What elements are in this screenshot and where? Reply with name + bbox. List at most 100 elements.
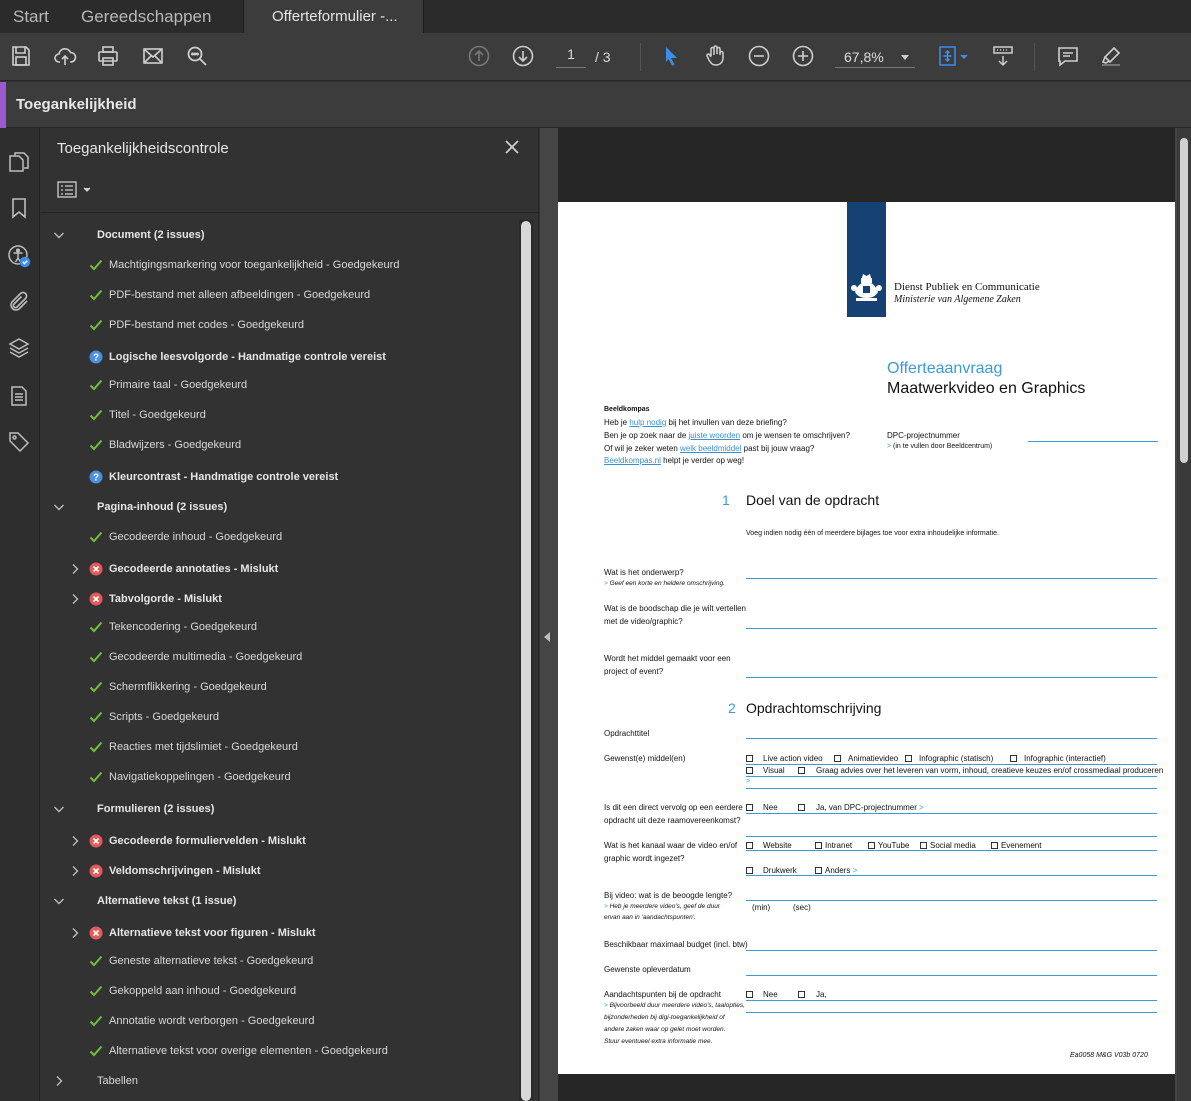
chevron-right-icon[interactable]	[68, 592, 82, 606]
checkbox[interactable]	[920, 842, 927, 849]
tree-item[interactable]: Bladwijzers - Goedgekeurd	[41, 430, 519, 460]
tree-item[interactable]: PDF-bestand met alleen afbeeldingen - Go…	[41, 280, 519, 310]
hand-tool-icon[interactable]	[702, 43, 728, 69]
tab-document[interactable]: Offerteformulier -...	[243, 0, 424, 33]
onderwerp-input[interactable]	[746, 578, 1157, 579]
panel-options-button[interactable]	[57, 180, 95, 200]
tree-item[interactable]: Scripts - Goedgekeurd	[41, 702, 519, 732]
tree-group[interactable]: Formulieren (2 issues)	[41, 794, 519, 824]
tree-item[interactable]: Machtigingsmarkering voor toegankelijkhe…	[41, 250, 519, 280]
link-hulp-nodig[interactable]: hulp nodig	[629, 418, 666, 427]
chevron-down-icon[interactable]	[52, 802, 66, 816]
checkbox[interactable]	[815, 867, 822, 874]
select-cursor-icon[interactable]	[658, 43, 684, 69]
checkbox[interactable]	[798, 804, 805, 811]
panel-scrollbar-thumb[interactable]	[521, 221, 531, 1101]
page-number-input[interactable]: 1	[556, 46, 586, 68]
chevron-down-icon[interactable]	[52, 228, 66, 242]
tree-item[interactable]: Alternatieve tekst voor overige elemente…	[41, 1036, 519, 1066]
tree-item[interactable]: Reacties met tijdslimiet - Goedgekeurd	[41, 732, 519, 762]
chevron-right-icon[interactable]	[68, 562, 82, 576]
scroll-mode-icon[interactable]	[990, 43, 1016, 69]
next-page-icon[interactable]	[510, 43, 536, 69]
zoom-dropdown[interactable]: 67,8%	[835, 46, 915, 68]
highlight-pen-icon[interactable]	[1098, 43, 1124, 69]
tree-item[interactable]: Tekencodering - Goedgekeurd	[41, 612, 519, 642]
tree-item[interactable]: ? Kleurcontrast - Handmatige controle ver…	[41, 462, 519, 492]
fit-page-icon[interactable]	[934, 43, 972, 69]
link-welk-beeldmiddel[interactable]: welk beeldmiddel	[680, 444, 741, 453]
chevron-down-icon[interactable]	[52, 894, 66, 908]
tree-item[interactable]: PDF-bestand met codes - Goedgekeurd	[41, 310, 519, 340]
lengte-input[interactable]	[746, 900, 1157, 901]
tree-item[interactable]: Navigatiekoppelingen - Goedgekeurd	[41, 762, 519, 792]
previous-page-icon[interactable]	[466, 43, 492, 69]
tab-tools[interactable]: Gereedschappen	[81, 0, 211, 33]
print-icon[interactable]	[95, 43, 121, 69]
boodschap-input[interactable]	[746, 628, 1157, 629]
tree-item[interactable]: Gecodeerde annotaties - Mislukt	[41, 554, 519, 584]
tree-item[interactable]: Alternatieve tekst voor figuren - Misluk…	[41, 918, 519, 948]
tree-group[interactable]: Pagina-inhoud (2 issues)	[41, 492, 519, 522]
checkbox[interactable]	[834, 755, 841, 762]
cloud-upload-icon[interactable]	[52, 43, 78, 69]
zoom-in-icon[interactable]	[790, 43, 816, 69]
checkbox[interactable]	[991, 842, 998, 849]
checkbox[interactable]	[746, 867, 753, 874]
accessibility-check-icon[interactable]	[7, 244, 31, 268]
tree-item[interactable]: Veldomschrijvingen - Mislukt	[41, 856, 519, 886]
middel-input[interactable]	[746, 677, 1157, 678]
tree-item[interactable]: Annotatie wordt verborgen - Goedgekeurd	[41, 1006, 519, 1036]
content-icon[interactable]	[7, 384, 31, 408]
tab-start[interactable]: Start	[13, 0, 49, 33]
tree-item[interactable]: Gecodeerde inhoud - Goedgekeurd	[41, 522, 519, 552]
checkbox[interactable]	[798, 991, 805, 998]
page-thumbnails-icon[interactable]	[7, 150, 31, 174]
layers-icon[interactable]	[7, 336, 31, 360]
dpc-input[interactable]	[1028, 441, 1158, 442]
checkbox[interactable]	[746, 804, 753, 811]
budget-input[interactable]	[746, 950, 1157, 951]
tree-item[interactable]: Gecodeerde formuliervelden - Mislukt	[41, 826, 519, 856]
collapse-panel-icon[interactable]	[544, 632, 550, 642]
checkbox[interactable]	[746, 755, 753, 762]
close-icon[interactable]	[503, 138, 521, 156]
checkbox[interactable]	[746, 767, 753, 774]
chevron-right-icon[interactable]	[68, 864, 82, 878]
checkbox[interactable]	[798, 767, 805, 774]
checkbox[interactable]	[746, 991, 753, 998]
tree-group[interactable]: Alternatieve tekst (1 issue)	[41, 886, 519, 916]
chevron-down-icon[interactable]	[52, 500, 66, 514]
datum-input[interactable]	[746, 975, 1157, 976]
checkbox[interactable]	[1010, 755, 1017, 762]
tags-icon[interactable]	[7, 430, 31, 454]
chevron-right-icon[interactable]	[68, 926, 82, 940]
comment-icon[interactable]	[1055, 43, 1081, 69]
opdrachttitel-input[interactable]	[746, 738, 1157, 739]
chevron-right-icon[interactable]	[52, 1074, 66, 1088]
link-beeldkompas[interactable]: Beeldkompas.nl	[604, 456, 661, 465]
tree-item[interactable]: Gekoppeld aan inhoud - Goedgekeurd	[41, 976, 519, 1006]
tree-item[interactable]: Gecodeerde multimedia - Goedgekeurd	[41, 642, 519, 672]
tree-item[interactable]: Tabvolgorde - Mislukt	[41, 584, 519, 614]
tree-item[interactable]: Primaire taal - Goedgekeurd	[41, 370, 519, 400]
document-scrollbar-thumb[interactable]	[1180, 138, 1188, 463]
bookmarks-icon[interactable]	[7, 196, 31, 220]
tree-item[interactable]: Titel - Goedgekeurd	[41, 400, 519, 430]
tree-item[interactable]: ? Logische leesvolgorde - Handmatige cont…	[41, 342, 519, 372]
search-icon[interactable]	[184, 43, 210, 69]
save-icon[interactable]	[8, 43, 34, 69]
tree-item[interactable]: Geneste alternatieve tekst - Goedgekeurd	[41, 946, 519, 976]
tree-item[interactable]: Schermflikkering - Goedgekeurd	[41, 672, 519, 702]
chevron-right-icon[interactable]	[68, 834, 82, 848]
zoom-out-icon[interactable]	[746, 43, 772, 69]
checkbox[interactable]	[868, 842, 875, 849]
checkbox[interactable]	[746, 842, 753, 849]
tree-group[interactable]: Document (2 issues)	[41, 220, 519, 250]
attachments-icon[interactable]	[7, 290, 31, 314]
tree-group[interactable]: Tabellen	[41, 1066, 519, 1096]
checkbox[interactable]	[815, 842, 822, 849]
mail-icon[interactable]	[140, 43, 166, 69]
link-juiste-woorden[interactable]: juiste woorden	[689, 431, 741, 440]
checkbox[interactable]	[905, 755, 912, 762]
